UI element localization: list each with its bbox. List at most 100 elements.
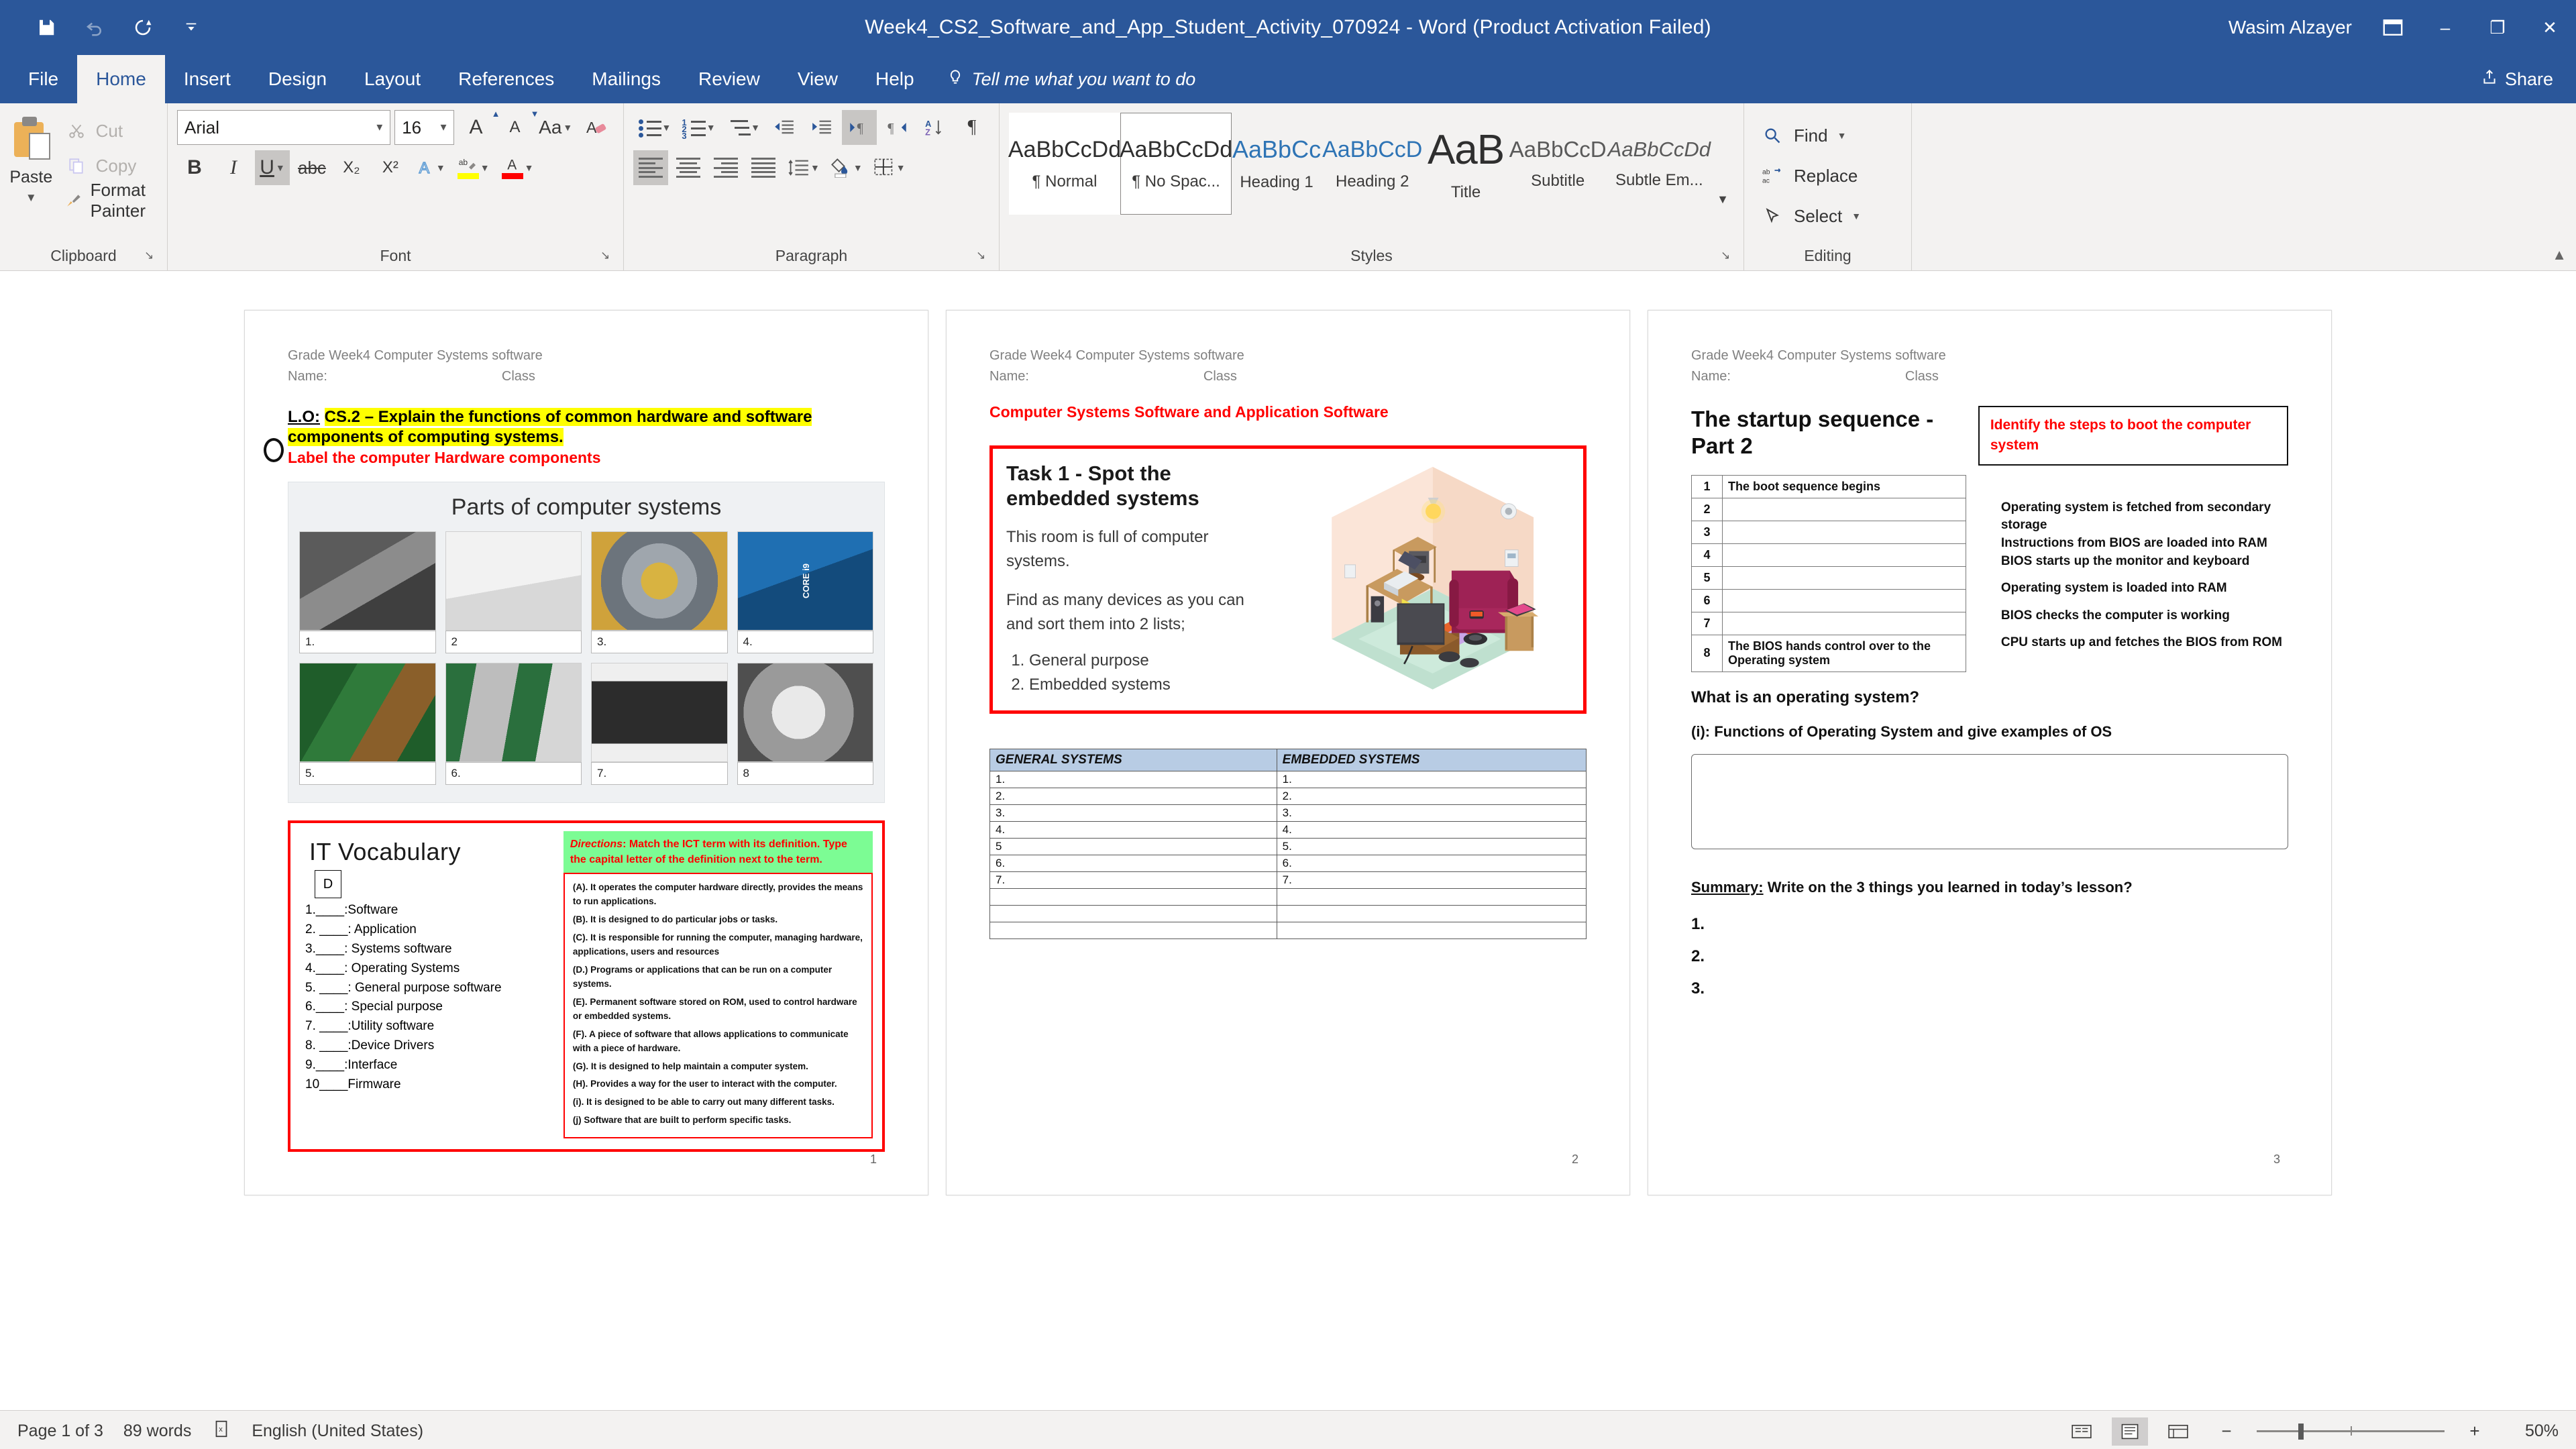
grow-font-button[interactable]: A ▲	[458, 109, 500, 145]
tab-references[interactable]: References	[439, 55, 573, 103]
answer-textbox[interactable]	[1691, 753, 2288, 849]
share-button[interactable]: Share	[2458, 55, 2576, 103]
style-heading-2[interactable]: AaBbCcD Heading 2	[1322, 113, 1423, 215]
tab-review[interactable]: Review	[680, 55, 779, 103]
zoom-level[interactable]: 50%	[2505, 1421, 2559, 1441]
text-highlight-color-button[interactable]: ab ▼	[453, 150, 494, 185]
cell-embedded[interactable]: 2.	[1276, 788, 1587, 805]
select-button[interactable]: Select ▼	[1754, 196, 1902, 236]
page-indicator[interactable]: Page 1 of 3	[17, 1421, 103, 1441]
list-item[interactable]: 2. ____: Application	[305, 920, 564, 940]
chevron-down-icon[interactable]: ▼	[751, 122, 760, 133]
chevron-down-icon[interactable]: ▼	[276, 162, 285, 173]
zoom-thumb[interactable]	[2298, 1424, 2304, 1440]
cell-general[interactable]: 1.	[989, 771, 1277, 788]
summary-item[interactable]: 3.	[1691, 973, 2288, 1005]
tab-home[interactable]: Home	[77, 55, 165, 103]
strikethrough-button[interactable]: abc	[294, 150, 330, 185]
cell-embedded[interactable]: 7.	[1276, 871, 1587, 889]
style-heading-1[interactable]: AaBbCc Heading 1	[1232, 113, 1322, 215]
multilevel-list-button[interactable]: ▼	[722, 110, 764, 145]
right-to-left-button[interactable]: ¶	[879, 110, 914, 145]
font-name-input[interactable]: Arial ▼	[177, 110, 391, 145]
list-item[interactable]: 9.____:Interface	[305, 1056, 564, 1075]
line-spacing-button[interactable]: ▼	[784, 150, 824, 185]
underline-button[interactable]: U ▼	[255, 150, 290, 185]
chevron-down-icon[interactable]: ▼	[480, 162, 490, 173]
tab-layout[interactable]: Layout	[345, 55, 439, 103]
justify-button[interactable]	[746, 150, 781, 185]
chevron-down-icon[interactable]: ▼	[853, 162, 863, 173]
cell-general[interactable]: 2.	[989, 788, 1277, 805]
chevron-down-icon[interactable]: ▼	[706, 122, 716, 133]
cut-button[interactable]: Cut	[58, 115, 158, 146]
style-subtle-emphasis[interactable]: AaBbCcDd Subtle Em...	[1607, 113, 1711, 215]
vocab-answer-box[interactable]: D	[315, 870, 341, 898]
minimize-button[interactable]: –	[2419, 0, 2471, 55]
user-account-name[interactable]: Wasim Alzayer	[2229, 17, 2352, 38]
part-label[interactable]: 5.	[299, 762, 436, 785]
cell-embedded[interactable]: 6.	[1276, 855, 1587, 872]
ribbon-display-options-icon[interactable]	[2367, 0, 2419, 55]
find-button[interactable]: Find ▼	[1754, 115, 1902, 156]
style-normal[interactable]: AaBbCcDd ¶ Normal	[1008, 113, 1121, 215]
change-case-button[interactable]: Aa ▼	[536, 110, 575, 145]
summary-item[interactable]: 1.	[1691, 908, 2288, 941]
tab-insert[interactable]: Insert	[165, 55, 250, 103]
list-item[interactable]: 3.____: Systems software	[305, 940, 564, 959]
list-item[interactable]: 1.____:Software	[305, 901, 564, 920]
chevron-down-icon[interactable]: ▼	[661, 122, 671, 133]
styles-more-icon[interactable]: ▼	[1711, 188, 1734, 211]
document-page-3[interactable]: Grade Week4 Computer Systems software Na…	[1648, 310, 2332, 1195]
styles-dialog-launcher-icon[interactable]: ↘	[1721, 249, 1735, 264]
read-mode-button[interactable]	[2063, 1417, 2100, 1446]
cell-general[interactable]: 5	[989, 838, 1277, 855]
show-formatting-marks-button[interactable]: ¶	[955, 110, 989, 145]
zoom-out-button[interactable]: −	[2208, 1417, 2245, 1446]
cell-embedded[interactable]	[1276, 888, 1587, 906]
chevron-down-icon[interactable]: ▼	[563, 122, 572, 133]
cell-general[interactable]: 7.	[989, 871, 1277, 889]
chevron-down-icon[interactable]: ▼	[1851, 211, 1861, 221]
step-text[interactable]: The BIOS hands control over to the Opera…	[1722, 634, 1966, 672]
document-page-1[interactable]: Grade Week4 Computer Systems software Na…	[244, 310, 928, 1195]
proofing-errors-icon[interactable]: x	[211, 1419, 231, 1444]
part-label[interactable]: 3.	[591, 631, 728, 653]
increase-indent-button[interactable]	[804, 110, 839, 145]
replace-button[interactable]: ab ac Replace	[1754, 156, 1902, 196]
left-to-right-button[interactable]: ¶	[841, 110, 877, 145]
chevron-down-icon[interactable]: ▼	[439, 122, 449, 133]
step-text[interactable]	[1722, 611, 1966, 635]
text-effects-button[interactable]: A ▼	[412, 150, 449, 185]
style-subtitle[interactable]: AaBbCcD Subtitle	[1509, 113, 1607, 215]
word-count[interactable]: 89 words	[123, 1421, 191, 1441]
copy-button[interactable]: Copy	[58, 150, 158, 181]
cell-general[interactable]	[989, 905, 1277, 922]
list-item[interactable]: 10____Firmware	[305, 1075, 564, 1095]
subscript-button[interactable]: X₂	[334, 150, 369, 185]
chevron-down-icon[interactable]: ▼	[1837, 130, 1847, 141]
chevron-down-icon[interactable]: ▼	[25, 191, 37, 205]
step-text[interactable]	[1722, 520, 1966, 544]
step-text[interactable]	[1722, 566, 1966, 590]
save-icon[interactable]	[25, 7, 67, 48]
chevron-down-icon[interactable]: ▼	[374, 122, 384, 133]
clipboard-dialog-launcher-icon[interactable]: ↘	[144, 249, 159, 264]
step-text[interactable]	[1722, 497, 1966, 521]
step-text[interactable]	[1722, 543, 1966, 567]
clear-formatting-button[interactable]: A	[579, 110, 614, 145]
redo-icon[interactable]	[122, 7, 164, 48]
zoom-slider[interactable]	[2257, 1424, 2445, 1440]
list-item[interactable]: 6.____: Special purpose	[305, 998, 564, 1017]
paragraph-dialog-launcher-icon[interactable]: ↘	[976, 249, 991, 264]
shrink-font-button[interactable]: A ▼	[497, 109, 539, 145]
align-left-button[interactable]	[633, 150, 668, 185]
cell-embedded[interactable]: 5.	[1276, 838, 1587, 855]
tab-mailings[interactable]: Mailings	[573, 55, 680, 103]
part-label[interactable]: 1.	[299, 631, 436, 653]
cell-general[interactable]: 6.	[989, 855, 1277, 872]
cell-embedded[interactable]: 4.	[1276, 821, 1587, 839]
decrease-indent-button[interactable]	[767, 110, 802, 145]
cell-general[interactable]	[989, 888, 1277, 906]
list-item[interactable]: 4.____: Operating Systems	[305, 959, 564, 979]
